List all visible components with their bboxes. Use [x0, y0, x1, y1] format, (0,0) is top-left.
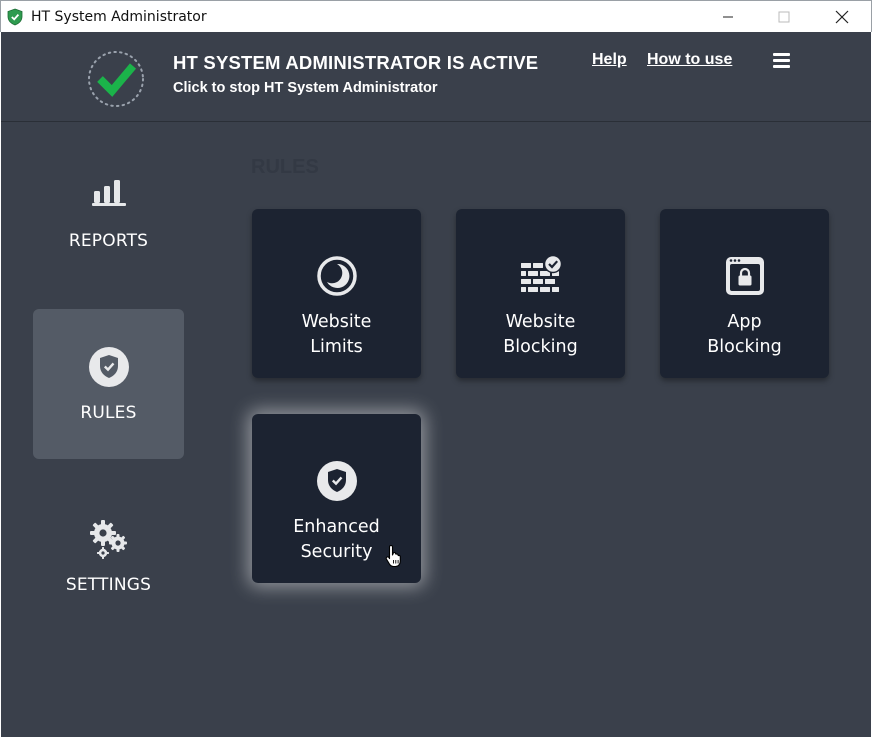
close-icon — [835, 10, 849, 24]
tile-app-blocking[interactable]: App Blocking — [660, 209, 829, 378]
sidebar-item-rules[interactable]: RULES — [33, 309, 184, 459]
bar-chart-icon — [91, 180, 126, 206]
sidebar-item-settings[interactable]: SETTINGS — [33, 481, 184, 631]
shield-check-icon — [316, 461, 357, 501]
sidebar-item-label: REPORTS — [68, 231, 149, 251]
status-title[interactable]: HT SYSTEM ADMINISTRATOR IS ACTIVE — [173, 52, 538, 74]
sidebar-item-reports[interactable]: REPORTS — [33, 137, 184, 287]
tile-label-line1: Website — [301, 312, 372, 332]
help-link[interactable]: Help — [592, 51, 627, 69]
tile-label-line2: Blocking — [503, 337, 578, 357]
tile-website-limits[interactable]: Website Limits — [252, 209, 421, 378]
tile-label-line1: App — [727, 312, 762, 332]
hamburger-menu-icon[interactable] — [773, 53, 791, 69]
tile-label-line2: Limits — [310, 337, 363, 357]
shield-check-icon — [88, 347, 129, 387]
status-subtitle[interactable]: Click to stop HT System Administrator — [173, 80, 438, 96]
tile-website-blocking[interactable]: Website Blocking — [456, 209, 625, 378]
gears-icon — [89, 520, 127, 559]
window-title: HT System Administrator — [31, 9, 207, 25]
maximize-button[interactable] — [761, 1, 807, 33]
tile-label-line2: Blocking — [707, 337, 782, 357]
how-to-use-link[interactable]: How to use — [647, 51, 732, 69]
check-icon[interactable] — [87, 50, 145, 108]
clock-icon — [316, 256, 357, 296]
maximize-icon — [778, 11, 790, 23]
sidebar-item-label: RULES — [80, 403, 137, 423]
header: HT SYSTEM ADMINISTRATOR IS ACTIVE Click … — [1, 32, 871, 122]
close-button[interactable] — [819, 1, 865, 33]
window-title-bar: HT System Administrator — [0, 0, 872, 32]
section-heading: RULES — [251, 156, 319, 178]
tile-enhanced-security[interactable]: Enhanced Security — [252, 414, 421, 583]
sidebar-item-label: SETTINGS — [65, 575, 152, 595]
tile-label-line2: Security — [300, 542, 373, 562]
tile-label-line1: Enhanced — [293, 517, 380, 537]
firewall-check-icon — [520, 255, 562, 292]
tile-label-line1: Website — [505, 312, 576, 332]
minimize-button[interactable] — [705, 1, 751, 33]
minimize-icon — [723, 16, 733, 18]
app-window: HT SYSTEM ADMINISTRATOR IS ACTIVE Click … — [1, 32, 871, 737]
shield-app-icon — [7, 8, 23, 26]
app-lock-icon — [725, 257, 764, 295]
